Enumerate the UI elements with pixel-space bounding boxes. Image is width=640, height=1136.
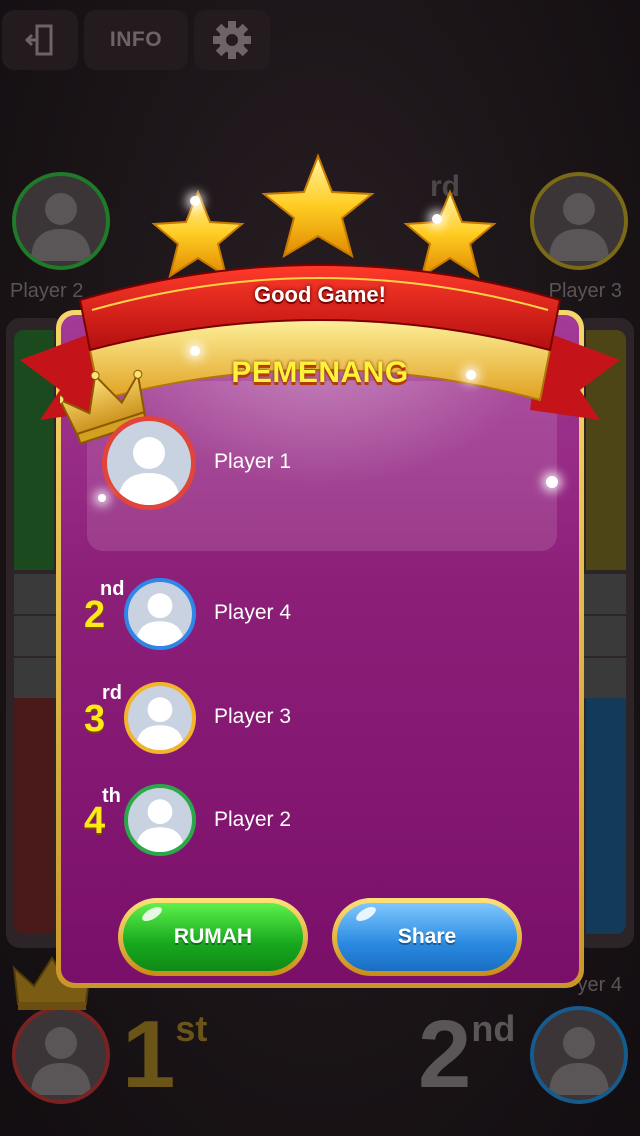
bg-player-4-name: yer 4: [577, 974, 622, 996]
ribbon-title: Good Game!: [253, 282, 386, 307]
settings-button[interactable]: [194, 10, 270, 70]
bg-rank-first: 1st: [122, 1000, 207, 1110]
user-silhouette-icon: [118, 437, 180, 505]
share-button-label: Share: [397, 925, 457, 948]
user-silhouette-icon: [135, 799, 185, 852]
bg-rank-second-suffix: nd: [471, 1008, 516, 1049]
rank-2-name: Player 4: [214, 601, 292, 624]
sparkle: [466, 370, 476, 380]
share-button-face[interactable]: Share: [337, 903, 517, 971]
rank-3-name: Player 3: [214, 705, 292, 728]
user-silhouette-icon: [135, 593, 185, 646]
exit-door-icon: [24, 24, 53, 56]
gloss-highlight: [353, 904, 379, 924]
rank-4-avatar: [124, 784, 196, 856]
sparkle: [432, 214, 442, 224]
user-silhouette-icon: [135, 697, 185, 750]
gear-icon: [213, 21, 251, 59]
share-button[interactable]: Share: [332, 898, 522, 976]
rank-2-suffix: nd: [100, 578, 125, 600]
rank-2-avatar: [124, 578, 196, 650]
rank-3-suffix: rd: [102, 682, 122, 704]
rank-4-name: Player 2: [214, 808, 292, 831]
bg-avatar-player-1: [12, 1006, 110, 1104]
sparkle: [98, 494, 106, 502]
sparkle: [546, 476, 558, 488]
bg-avatar-player-4: [530, 1006, 628, 1104]
board-cells-left: [14, 574, 56, 700]
sparkle: [190, 346, 200, 356]
bg-rank-second-number: 2: [418, 1001, 472, 1108]
board-blue-home: [586, 694, 626, 934]
bg-rank-second: 2nd: [418, 1000, 515, 1110]
winner-name: Player 1: [214, 450, 292, 473]
board-red-home: [14, 694, 54, 934]
exit-button[interactable]: [2, 10, 78, 70]
gloss-highlight: [139, 904, 165, 924]
rank-3-avatar: [124, 682, 196, 754]
home-button-label: RUMAH: [173, 925, 253, 948]
winner-avatar: [102, 416, 196, 510]
sparkle: [190, 196, 200, 206]
home-button-face[interactable]: RUMAH: [123, 903, 303, 971]
bg-rank-first-suffix: st: [175, 1008, 208, 1049]
rank-4-suffix: th: [102, 785, 121, 807]
home-button[interactable]: RUMAH: [118, 898, 308, 976]
bg-rank-first-number: 1: [122, 1001, 176, 1108]
info-button[interactable]: INFO: [84, 10, 188, 70]
board-cells-right: [584, 574, 626, 700]
